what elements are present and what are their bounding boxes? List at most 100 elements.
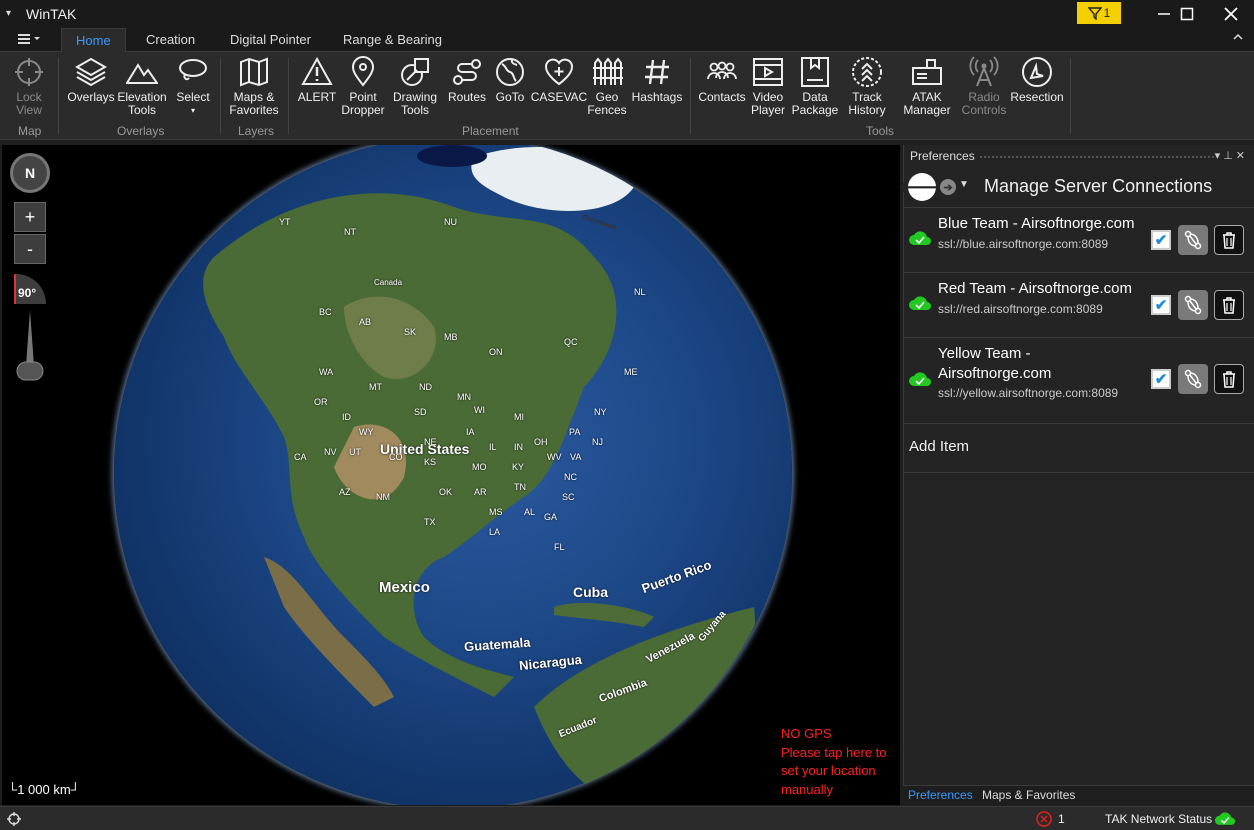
contacts-button[interactable]: Contacts — [696, 56, 748, 104]
panel-controls: ▾⊥✕ — [1215, 149, 1248, 162]
group-overlays-label: Overlays — [117, 124, 165, 138]
hamburger-menu-button[interactable] — [16, 31, 42, 50]
state-label: MS — [489, 507, 503, 517]
zoom-in-button[interactable]: + — [14, 202, 46, 232]
server-connect-button[interactable] — [1178, 225, 1208, 255]
point-dropper-button[interactable]: Point Dropper — [340, 56, 386, 117]
scale-bar: └1 000 km┘ — [8, 782, 80, 797]
server-row[interactable]: Blue Team - Airsoftnorge.com ssl://blue.… — [904, 207, 1254, 272]
layers-icon — [75, 57, 107, 87]
tab-creation[interactable]: Creation — [132, 28, 209, 52]
location-target-icon[interactable] — [7, 812, 21, 826]
map-pin-icon — [351, 56, 375, 87]
select-button[interactable]: Select ▾ — [172, 56, 214, 117]
server-delete-button[interactable] — [1214, 364, 1244, 394]
tilt-indicator[interactable]: 90° — [14, 274, 46, 304]
map-icon — [240, 57, 268, 87]
goto-label: GoTo — [495, 90, 525, 104]
lock-view-label: Lock View — [16, 90, 42, 117]
state-label: SK — [404, 327, 417, 337]
close-button[interactable] — [1209, 0, 1253, 28]
state-label: FL — [554, 542, 565, 552]
server-connect-button[interactable] — [1178, 290, 1208, 320]
casevac-button[interactable]: CASEVAC — [531, 56, 587, 104]
maximize-icon — [1180, 7, 1194, 21]
group-placement-label: Placement — [462, 124, 519, 138]
tab-home[interactable]: Home — [61, 28, 126, 53]
lock-view-button[interactable]: Lock View — [8, 56, 50, 117]
title-bar: ▾ WinTAK 1 — [0, 0, 1254, 28]
select-label: Select — [176, 90, 210, 104]
drawing-tools-button[interactable]: Drawing Tools — [390, 56, 440, 117]
tab-preferences[interactable]: Preferences — [908, 788, 973, 802]
hashtags-button[interactable]: Hashtags — [630, 56, 684, 104]
state-label: NJ — [592, 437, 603, 447]
elevation-tools-button[interactable]: Elevation Tools — [116, 56, 168, 117]
divider — [58, 58, 59, 134]
connection-icon — [1184, 369, 1202, 389]
state-label: NT — [344, 227, 356, 237]
video-player-button[interactable]: Video Player — [750, 56, 786, 117]
chevron-down-icon: ▾ — [190, 106, 195, 115]
tab-digital-pointer[interactable]: Digital Pointer — [216, 28, 325, 52]
state-label: QC — [564, 337, 578, 347]
goto-button[interactable]: GoTo — [490, 56, 530, 104]
server-delete-button[interactable] — [1214, 225, 1244, 255]
map-view[interactable]: United States Mexico Cuba Puerto Rico Gu… — [2, 145, 900, 805]
data-package-button[interactable]: Data Package — [790, 56, 840, 117]
medical-heart-icon — [545, 58, 573, 86]
track-history-button[interactable]: Track History — [842, 56, 892, 117]
atak-manager-button[interactable]: ATAK Manager — [898, 56, 956, 117]
server-row[interactable]: Red Team - Airsoftnorge.com ssl://red.ai… — [904, 272, 1254, 337]
server-enabled-checkbox[interactable]: ✔ — [1151, 295, 1171, 315]
notification-badge[interactable]: 1 — [1077, 2, 1121, 24]
connection-icon — [1184, 230, 1202, 250]
forward-button[interactable]: ➔ — [940, 179, 956, 195]
track-history-icon — [852, 57, 882, 87]
tab-maps-favorites[interactable]: Maps & Favorites — [982, 788, 1075, 802]
continents-shape — [203, 147, 756, 805]
geo-fences-button[interactable]: Geo Fences — [586, 56, 628, 117]
error-icon[interactable] — [1036, 811, 1052, 827]
overlays-button[interactable]: Overlays — [66, 56, 116, 104]
pin-icon[interactable]: ⊥ — [1223, 150, 1236, 162]
maximize-button[interactable] — [1165, 0, 1209, 28]
server-enabled-checkbox[interactable]: ✔ — [1151, 230, 1171, 250]
zoom-out-button[interactable]: - — [14, 234, 46, 264]
radio-controls-button[interactable]: Radio Controls — [958, 56, 1010, 117]
app-menu-icon[interactable]: ▾ — [6, 8, 18, 20]
back-button[interactable]: 🡐 — [898, 173, 946, 201]
routes-button[interactable]: Routes — [446, 56, 488, 104]
maps-favorites-button[interactable]: Maps & Favorites — [228, 56, 280, 117]
state-label: WY — [359, 427, 374, 437]
state-label: KY — [512, 462, 525, 472]
drawing-tools-label: Drawing Tools — [392, 90, 437, 117]
compass-button[interactable]: N — [10, 153, 50, 193]
tab-range-bearing[interactable]: Range & Bearing — [329, 28, 456, 52]
add-item-button[interactable]: Add Item — [904, 423, 1254, 473]
no-gps-message[interactable]: NO GPS Please tap here to set your locat… — [781, 725, 897, 799]
state-label: MB — [444, 332, 458, 342]
network-status-label[interactable]: TAK Network Status — [1105, 812, 1212, 826]
chevron-down-icon[interactable]: ▾ — [1215, 150, 1224, 162]
globe[interactable]: United States Mexico Cuba Puerto Rico Gu… — [114, 145, 792, 805]
alert-button[interactable]: ALERT — [296, 56, 338, 104]
preferences-panel: Preferences ▾⊥✕ 🡐 ➔ ▼ Manage Server Conn… — [898, 145, 1254, 805]
state-label: NE — [424, 437, 437, 447]
history-dropdown-icon[interactable]: ▼ — [959, 179, 969, 190]
mountain-icon — [126, 63, 158, 84]
server-delete-button[interactable] — [1214, 290, 1244, 320]
drag-handle[interactable] — [980, 156, 1214, 158]
close-icon[interactable]: ✕ — [1236, 150, 1248, 162]
state-label: NY — [594, 407, 607, 417]
collapse-ribbon-button[interactable] — [1232, 31, 1244, 46]
server-enabled-checkbox[interactable]: ✔ — [1151, 369, 1171, 389]
routes-label: Routes — [447, 90, 487, 104]
server-row[interactable]: Yellow Team - Airsoftnorge.com ssl://yel… — [904, 337, 1254, 423]
resection-button[interactable]: Resection — [1010, 56, 1064, 104]
elevation-tools-label: Elevation Tools — [117, 90, 167, 117]
cloud-connected-icon — [909, 231, 931, 245]
server-connect-button[interactable] — [1178, 364, 1208, 394]
data-package-label: Data Package — [791, 90, 839, 117]
tilt-slider[interactable] — [16, 310, 44, 382]
